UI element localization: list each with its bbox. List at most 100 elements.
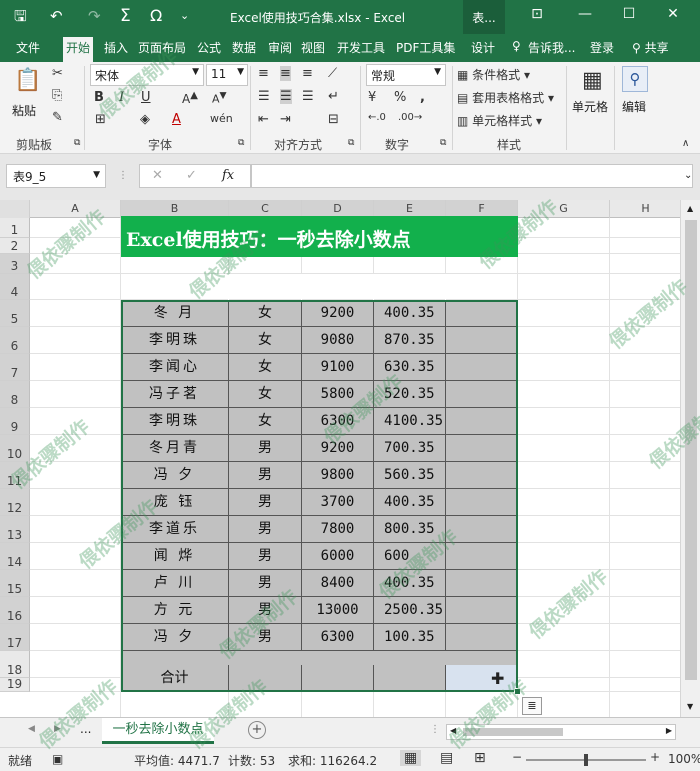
- row-header[interactable]: 5: [0, 300, 30, 327]
- cell-styles-button[interactable]: ▥ 单元格样式 ▾: [457, 112, 542, 129]
- decrease-indent-icon[interactable]: ⇤: [258, 112, 269, 127]
- cell-name[interactable]: 李明珠: [121, 408, 229, 434]
- customize-qat-icon[interactable]: ⌄: [180, 6, 189, 26]
- cell-salary[interactable]: 7800: [302, 516, 374, 542]
- increase-decimal-icon[interactable]: ←.0: [368, 112, 386, 123]
- next-sheet-icon[interactable]: ▶: [54, 724, 61, 734]
- redo-icon[interactable]: ↷: [88, 6, 101, 26]
- paste-icon[interactable]: 📋: [14, 68, 41, 93]
- cell-name[interactable]: 庞 钰: [121, 489, 229, 515]
- cell-total[interactable]: [446, 570, 518, 596]
- zoom-out-icon[interactable]: −: [512, 750, 522, 764]
- format-as-table-button[interactable]: ▤ 套用表格格式 ▾: [457, 89, 554, 106]
- underline-icon[interactable]: U: [141, 90, 151, 105]
- copy-icon[interactable]: ⎘: [52, 88, 62, 103]
- scroll-down-icon[interactable]: ▼: [687, 702, 693, 711]
- share-button[interactable]: ⚲ 共享: [632, 39, 669, 56]
- cell-salary[interactable]: 9100: [302, 354, 374, 380]
- sign-in-link[interactable]: 登录: [590, 39, 614, 56]
- header-gender[interactable]: 性别: [229, 274, 302, 300]
- percent-icon[interactable]: %: [394, 90, 406, 105]
- row-header[interactable]: 15: [0, 570, 30, 597]
- row-header[interactable]: 10: [0, 435, 30, 462]
- tab-view[interactable]: 视图: [301, 39, 325, 56]
- font-name-select[interactable]: 宋体 ▼: [90, 64, 204, 86]
- cell-name[interactable]: 李明珠: [121, 327, 229, 353]
- column-header-a[interactable]: A: [30, 200, 121, 218]
- decrease-decimal-icon[interactable]: .00→: [398, 112, 422, 123]
- cell-total[interactable]: [446, 408, 518, 434]
- cell-name[interactable]: 方 元: [121, 597, 229, 623]
- tab-design[interactable]: 设计: [471, 39, 495, 56]
- cell-name[interactable]: 闻 烨: [121, 543, 229, 569]
- phonetic-icon[interactable]: wén: [210, 112, 233, 125]
- row-header[interactable]: 2: [0, 238, 30, 254]
- row-header[interactable]: 3: [0, 254, 30, 274]
- header-name[interactable]: 姓名: [121, 274, 229, 300]
- cell-overtime[interactable]: 4100.35: [374, 408, 446, 434]
- page-break-view-icon[interactable]: ⊞: [474, 750, 486, 766]
- number-format-select[interactable]: 常规 ▼: [366, 64, 446, 86]
- select-all-corner[interactable]: [0, 200, 30, 218]
- search-icon[interactable]: ⚲: [622, 66, 648, 92]
- cell-salary[interactable]: 9200: [302, 435, 374, 461]
- row-header[interactable]: 9: [0, 408, 30, 435]
- minimize-icon[interactable]: —: [570, 6, 600, 22]
- cell-gender[interactable]: 男: [229, 570, 302, 596]
- page-layout-view-icon[interactable]: ▤: [440, 750, 453, 766]
- hscroll-thumb[interactable]: [463, 728, 563, 736]
- align-launcher-icon[interactable]: ⧉: [348, 138, 354, 148]
- cell-total[interactable]: [446, 543, 518, 569]
- cell-total[interactable]: [446, 354, 518, 380]
- cell-overtime[interactable]: 400.35: [374, 570, 446, 596]
- tab-review[interactable]: 审阅: [268, 39, 292, 56]
- add-sheet-icon[interactable]: +: [248, 721, 266, 739]
- cell-total[interactable]: [446, 624, 518, 650]
- cell-name[interactable]: 冯 夕: [121, 462, 229, 488]
- align-left-icon[interactable]: ☰: [258, 89, 270, 104]
- active-cell[interactable]: [446, 665, 518, 692]
- row-header[interactable]: 19: [0, 677, 30, 692]
- normal-view-icon[interactable]: ▦: [400, 750, 422, 766]
- scroll-right-icon[interactable]: ▶: [666, 726, 672, 735]
- zoom-in-icon[interactable]: +: [650, 750, 660, 764]
- cell-salary[interactable]: 8400: [302, 570, 374, 596]
- editing-button[interactable]: 编辑: [622, 98, 646, 115]
- header-salary[interactable]: 工资: [302, 274, 374, 300]
- font-launcher-icon[interactable]: ⧉: [238, 138, 244, 148]
- cell-gender[interactable]: 男: [229, 624, 302, 650]
- cell-overtime[interactable]: 400.35: [374, 489, 446, 515]
- tab-pdf-tools[interactable]: PDF工具集: [396, 39, 455, 56]
- tab-developer[interactable]: 开发工具: [337, 39, 385, 56]
- scroll-up-icon[interactable]: ▲: [687, 204, 693, 213]
- formula-input[interactable]: [251, 164, 693, 188]
- cancel-icon[interactable]: ✕: [152, 168, 163, 183]
- close-icon[interactable]: ✕: [658, 6, 688, 22]
- prev-sheet-icon[interactable]: ◀: [28, 724, 35, 734]
- tab-formulas[interactable]: 公式: [197, 39, 221, 56]
- macro-record-icon[interactable]: ▣: [52, 752, 63, 766]
- cell-total[interactable]: [446, 435, 518, 461]
- cell-salary[interactable]: 9080: [302, 327, 374, 353]
- cell-gender[interactable]: 男: [229, 435, 302, 461]
- tell-me-box[interactable]: 告诉我...: [528, 39, 575, 56]
- horizontal-scrollbar[interactable]: ◀ ▶: [446, 724, 676, 740]
- cell-overtime[interactable]: 870.35: [374, 327, 446, 353]
- worksheet-grid[interactable]: A B C D E F G H 1 2 3 4 5 6 7 8 9 10 11 12 13 14 15 16 1…: [0, 200, 680, 717]
- font-shrink-icon[interactable]: A▼: [212, 90, 227, 106]
- align-top-icon[interactable]: ≡: [258, 66, 269, 81]
- increase-indent-icon[interactable]: ⇥: [280, 112, 291, 127]
- merge-center-icon[interactable]: ⊟: [328, 112, 339, 127]
- row-header[interactable]: 16: [0, 597, 30, 624]
- format-painter-icon[interactable]: ✎: [52, 110, 63, 125]
- header-total[interactable]: 合计: [446, 274, 518, 300]
- split-icon[interactable]: ⋮: [430, 724, 440, 735]
- cell-total[interactable]: [446, 327, 518, 353]
- row-header[interactable]: 1: [0, 218, 30, 238]
- row-header[interactable]: 6: [0, 327, 30, 354]
- comma-icon[interactable]: ,: [420, 90, 425, 105]
- zoom-level[interactable]: 100%: [668, 752, 700, 766]
- cell-total[interactable]: [446, 381, 518, 407]
- cell-name[interactable]: 冯子茗: [121, 381, 229, 407]
- cell-overtime[interactable]: 700.35: [374, 435, 446, 461]
